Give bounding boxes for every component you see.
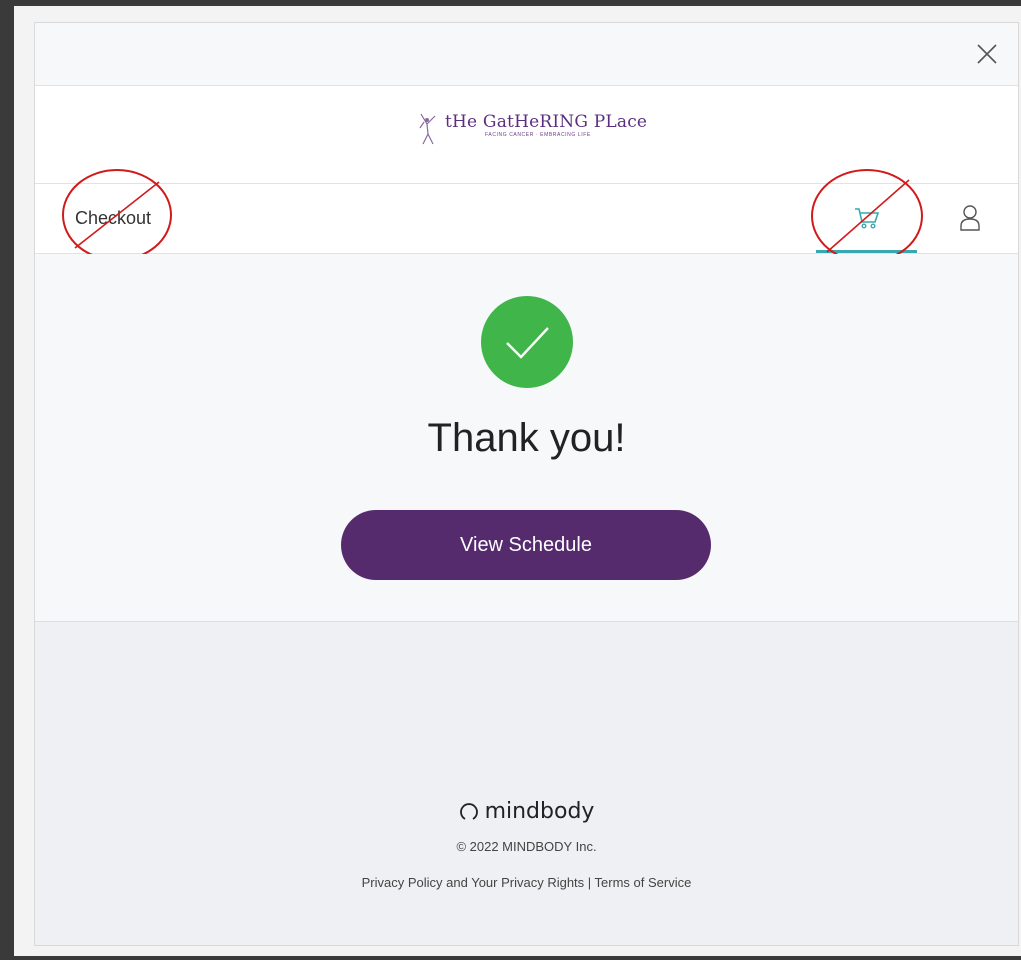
- cart-tab[interactable]: [816, 184, 917, 253]
- footer: mindbody © 2022 MINDBODY Inc. Privacy Po…: [35, 622, 1018, 945]
- active-tab-indicator: [816, 250, 917, 253]
- checkout-title: Checkout: [75, 208, 152, 228]
- close-button[interactable]: [972, 39, 1002, 69]
- mindbody-logo: mindbody: [35, 799, 1018, 824]
- user-icon[interactable]: [959, 204, 981, 232]
- mindbody-ring-icon: [459, 802, 478, 820]
- link-separator: |: [584, 875, 595, 890]
- brand-logo: tHe GatHeRING PLace FACING CANCER · EMBR…: [417, 112, 647, 152]
- close-icon: [977, 44, 997, 64]
- terms-of-service-link[interactable]: Terms of Service: [595, 875, 692, 890]
- privacy-policy-link[interactable]: Privacy Policy and Your Privacy Rights: [362, 875, 585, 890]
- modal-topbar: [35, 23, 1018, 86]
- brand-tagline: FACING CANCER · EMBRACING LIFE: [485, 132, 591, 138]
- checkmark-icon: [506, 327, 549, 359]
- confirmation-section: Thank you! View Schedule: [35, 254, 1018, 622]
- brand-header: tHe GatHeRING PLace FACING CANCER · EMBR…: [35, 86, 1018, 184]
- copyright-text: © 2022 MINDBODY Inc.: [456, 839, 597, 854]
- success-badge: [481, 296, 573, 388]
- brand-name: tHe GatHeRING PLace: [445, 112, 648, 132]
- checkout-nav: Checkout: [35, 169, 1018, 263]
- thank-you-message: Thank you!: [427, 416, 626, 460]
- figure-logo-icon: [419, 113, 436, 145]
- view-schedule-button[interactable]: View Schedule: [341, 510, 711, 580]
- checkout-modal: tHe GatHeRING PLace FACING CANCER · EMBR…: [34, 22, 1019, 946]
- cart-icon: [855, 208, 880, 229]
- mindbody-wordmark: mindbody: [484, 799, 595, 824]
- footer-links: Privacy Policy and Your Privacy Rights |…: [35, 875, 1018, 890]
